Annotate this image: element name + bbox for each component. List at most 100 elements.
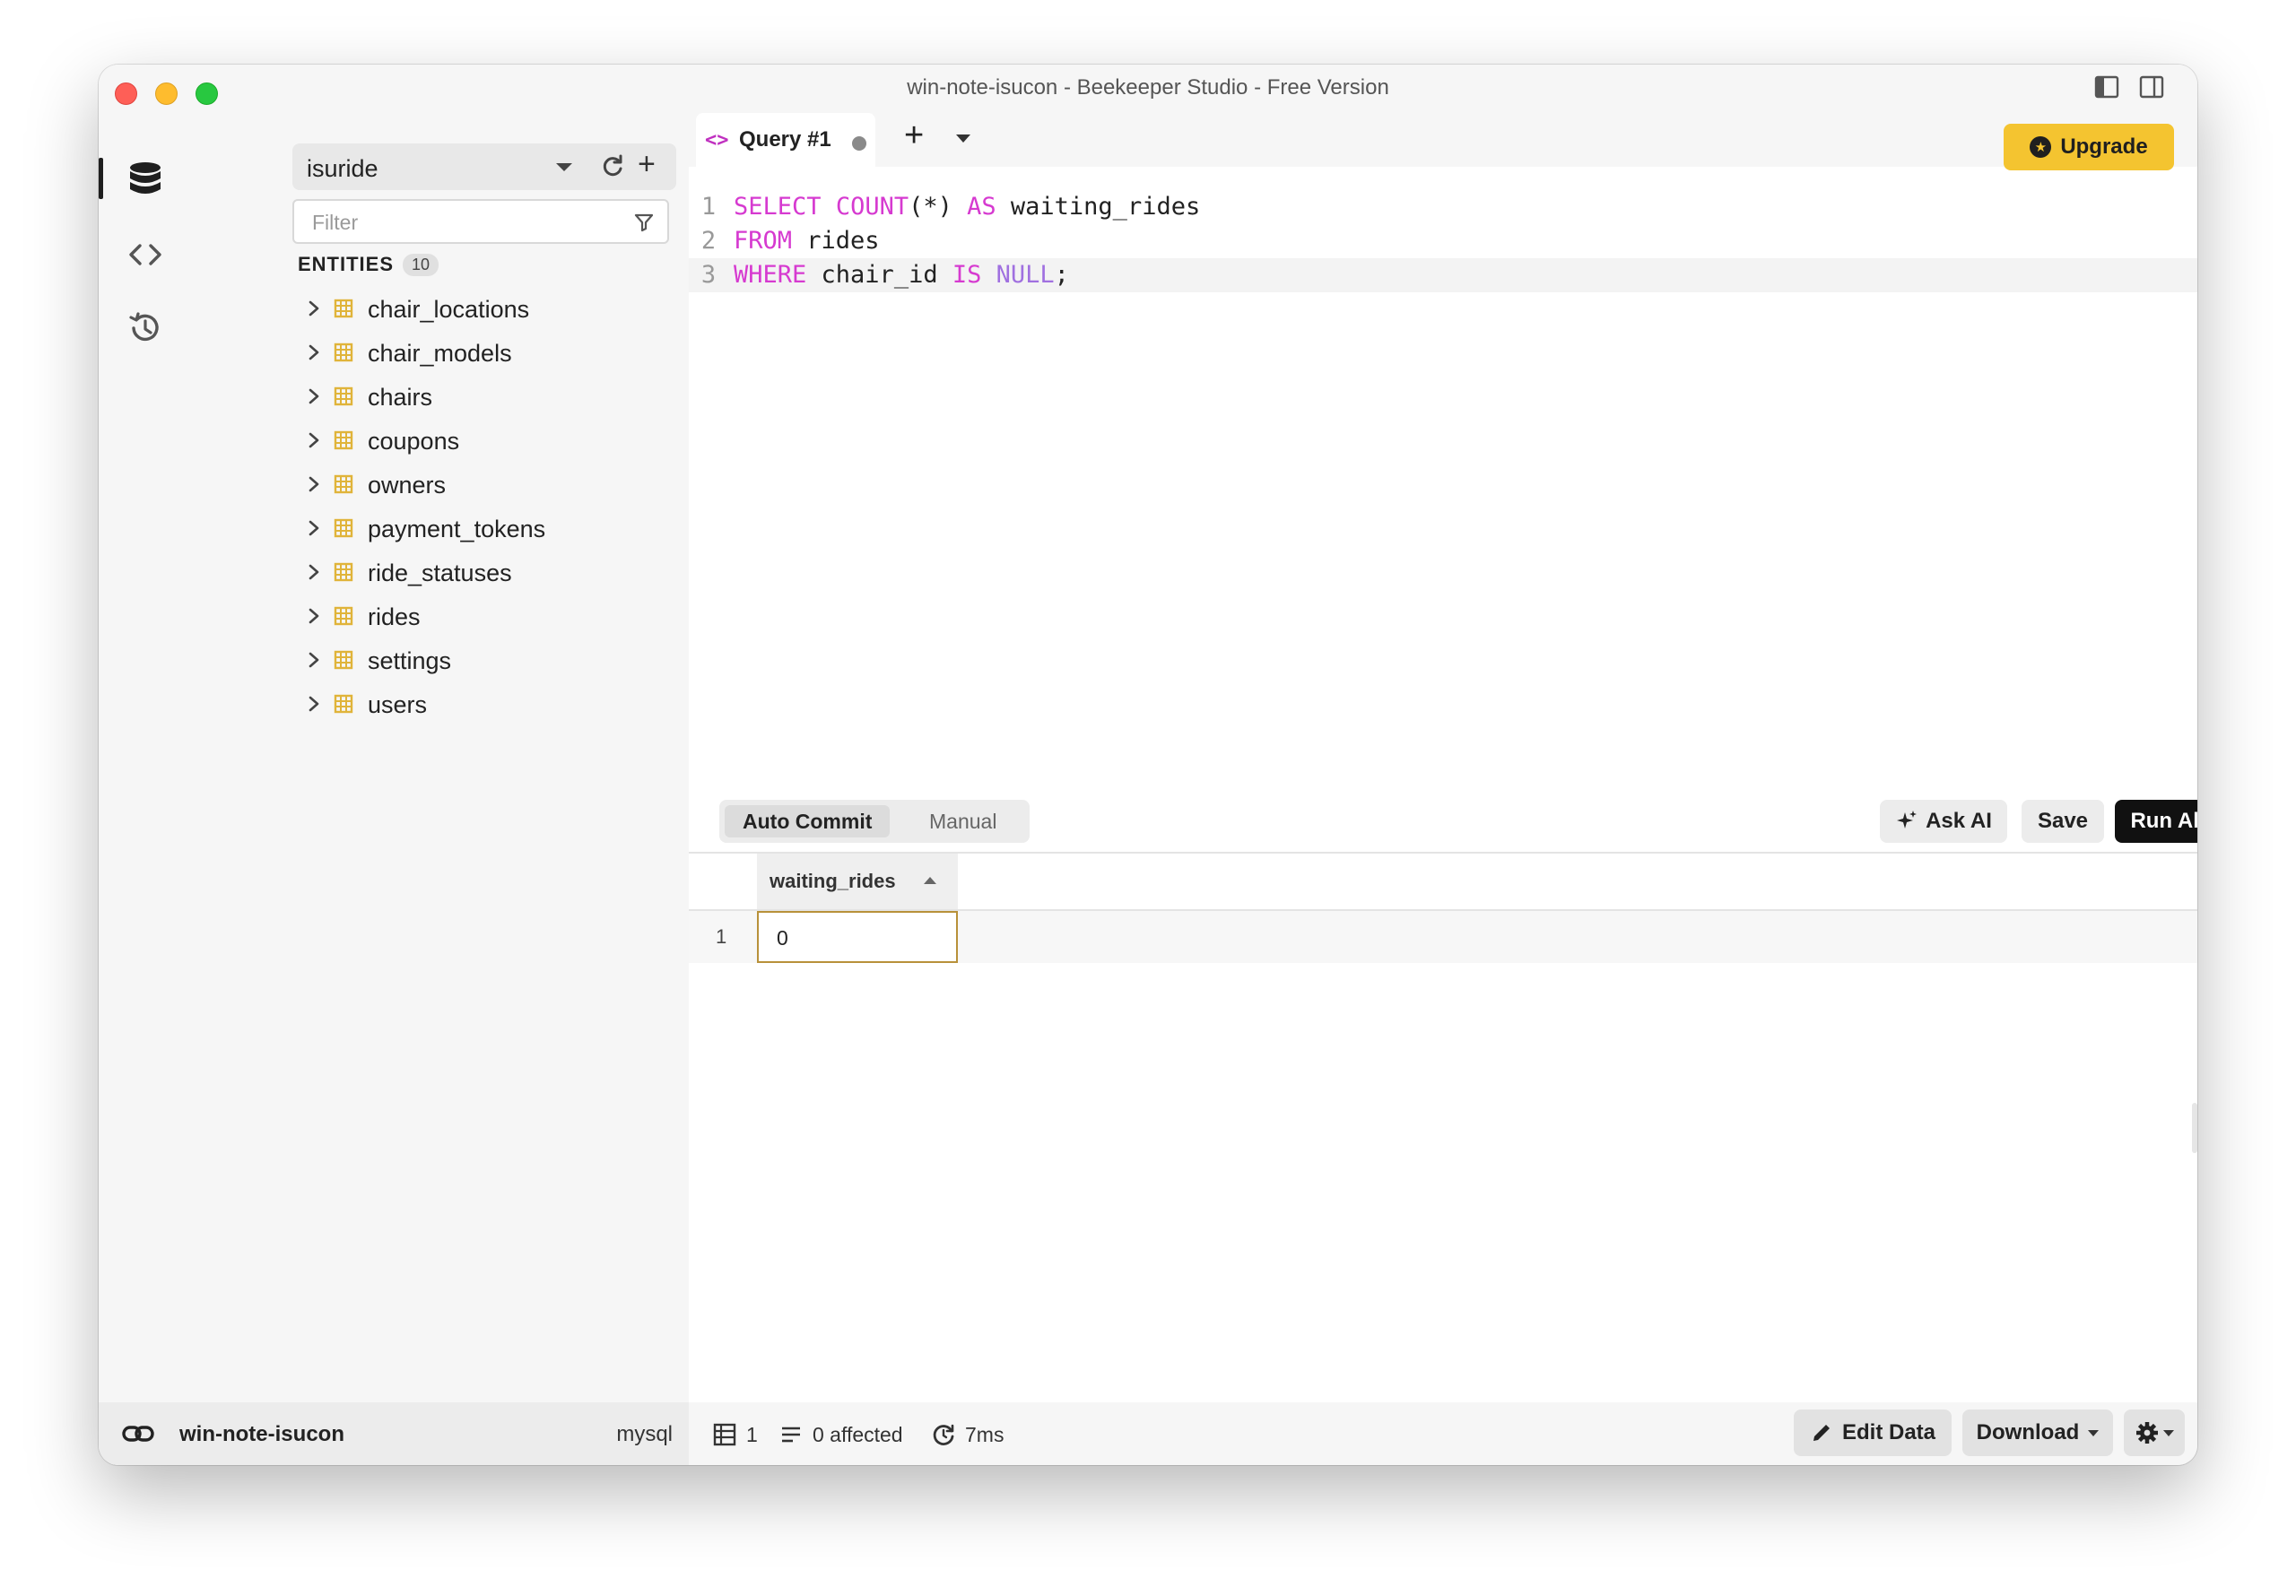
table-icon: [334, 299, 353, 318]
toggle-right-panel-icon[interactable]: [2138, 74, 2165, 100]
query-duration: 7ms: [965, 1422, 1004, 1446]
toggle-left-panel-icon[interactable]: [2093, 74, 2120, 100]
star-icon: ★: [2030, 136, 2052, 158]
sql-token: chair_id: [806, 261, 952, 289]
upgrade-label: Upgrade: [2060, 134, 2148, 159]
table-icon: [334, 474, 353, 494]
tab-menu-chevron-icon[interactable]: [956, 134, 970, 143]
database-icon[interactable]: [118, 152, 172, 206]
chevron-right-icon[interactable]: [305, 519, 323, 537]
settings-menu-button[interactable]: [2124, 1410, 2185, 1456]
code-text: SELECT COUNT(*) AS waiting_rides: [734, 190, 1200, 224]
sql-token: rides: [792, 227, 880, 255]
tab-query-1[interactable]: <> Query #1: [696, 113, 875, 167]
entity-sidebar: isuride + ENTITIES 10 chair_locationscha…: [194, 108, 689, 1402]
filter-input[interactable]: [312, 209, 617, 236]
column-header-waiting-rides[interactable]: waiting_rides: [757, 854, 958, 909]
activity-rail: [99, 108, 194, 1402]
lines-icon: [782, 1427, 800, 1443]
connection-name: isuride: [307, 155, 378, 182]
chevron-right-icon[interactable]: [305, 299, 323, 317]
sql-token: (*): [909, 193, 968, 221]
ask-ai-button[interactable]: Ask AI: [1880, 800, 2007, 843]
connection-status[interactable]: win-note-isucon mysql: [99, 1402, 689, 1465]
code-line[interactable]: 2 FROM rides: [689, 224, 2197, 258]
chevron-right-icon[interactable]: [305, 387, 323, 405]
table-icon: [334, 606, 353, 626]
filter-input-box[interactable]: [292, 199, 669, 244]
new-tab-icon[interactable]: +: [904, 118, 924, 152]
chevron-down-icon: [2163, 1429, 2174, 1436]
duration-item: 7ms: [931, 1422, 1004, 1447]
entity-name: chair_models: [368, 340, 512, 367]
chevron-right-icon[interactable]: [305, 343, 323, 361]
sql-token-nl: NULL: [996, 261, 1055, 289]
sql-editor[interactable]: 1 SELECT COUNT(*) AS waiting_rides 2 FROM r…: [689, 190, 2197, 298]
edit-data-button[interactable]: Edit Data: [1794, 1410, 1952, 1456]
history-icon[interactable]: [118, 301, 172, 355]
add-connection-icon[interactable]: +: [638, 149, 656, 179]
code-icon[interactable]: [118, 228, 172, 282]
resize-handle[interactable]: [2192, 1103, 2197, 1153]
pencil-icon: [1813, 1425, 1830, 1441]
table-icon: [334, 650, 353, 670]
sql-token-kw: FROM: [734, 227, 793, 255]
download-button[interactable]: Download: [1962, 1410, 2113, 1456]
sql-token-kw: SELECT: [734, 193, 822, 221]
table-icon: [334, 430, 353, 450]
upgrade-button[interactable]: ★ Upgrade: [2004, 124, 2174, 170]
window-title: win-note-isucon - Beekeeper Studio - Fre…: [907, 75, 1389, 100]
affected-item: 0 affected: [778, 1422, 903, 1447]
entity-name: users: [368, 691, 428, 718]
code-text: FROM rides: [734, 224, 880, 258]
code-line[interactable]: 1 SELECT COUNT(*) AS waiting_rides: [689, 190, 2197, 224]
entity-name: settings: [368, 647, 452, 674]
chevron-right-icon[interactable]: [305, 607, 323, 625]
auto-commit-button[interactable]: Auto Commit: [725, 805, 891, 837]
entity-name: chair_locations: [368, 296, 530, 323]
status-bar: win-note-isucon mysql 1 0 affected 7ms E…: [99, 1402, 2197, 1465]
chevron-down-icon[interactable]: [556, 163, 572, 171]
funnel-icon[interactable]: [633, 212, 655, 233]
refresh-icon[interactable]: [599, 152, 626, 179]
code-line[interactable]: 3 WHERE chair_id IS NULL;: [689, 258, 2197, 292]
chevron-right-icon[interactable]: [305, 695, 323, 713]
row-count: 1: [746, 1422, 758, 1446]
table-rows-icon: [713, 1423, 736, 1446]
sparkle-icon: [1897, 811, 1918, 828]
sql-token: ;: [1054, 261, 1069, 289]
save-button[interactable]: Save: [2022, 800, 2104, 843]
tab-bar: <> Query #1 + ★ Upgrade: [689, 108, 2197, 170]
line-number: 2: [700, 227, 717, 255]
line-number: 1: [700, 193, 717, 221]
unsaved-dot-icon[interactable]: [852, 136, 866, 151]
sql-token-kw: AS: [967, 193, 996, 221]
link-icon: [122, 1426, 154, 1442]
column-header-label: waiting_rides: [770, 870, 896, 892]
chevron-right-icon[interactable]: [305, 475, 323, 493]
sort-ascending-icon[interactable]: [924, 877, 936, 884]
sql-token-fn: COUNT: [835, 193, 909, 221]
code-text: WHERE chair_id IS NULL;: [734, 258, 1069, 292]
table-cell-selected[interactable]: 0: [757, 911, 958, 963]
chevron-right-icon[interactable]: [305, 431, 323, 449]
table-icon: [334, 694, 353, 714]
manual-commit-button[interactable]: Manual: [911, 805, 1014, 837]
table-row: 1 0: [689, 911, 2197, 963]
chevron-right-icon[interactable]: [305, 651, 323, 669]
entity-name: coupons: [368, 428, 460, 455]
ask-ai-label: Ask AI: [1926, 809, 1992, 833]
main-panel: <> Query #1 + ★ Upgrade 1 SELECT COUNT(*)…: [689, 108, 2197, 1402]
connection-select[interactable]: isuride +: [292, 143, 676, 190]
entity-name: payment_tokens: [368, 516, 546, 542]
status-connection-name: win-note-isucon: [179, 1422, 344, 1446]
code-icon: <>: [705, 129, 729, 152]
app-window: win-note-isucon - Beekeeper Studio - Fre…: [99, 65, 2197, 1465]
row-count-item: 1: [712, 1422, 758, 1447]
table-icon: [334, 562, 353, 582]
entity-name: ride_statuses: [368, 559, 512, 586]
chevron-right-icon[interactable]: [305, 563, 323, 581]
table-icon: [334, 386, 353, 406]
run-all-button[interactable]: Run All: [2115, 800, 2197, 843]
